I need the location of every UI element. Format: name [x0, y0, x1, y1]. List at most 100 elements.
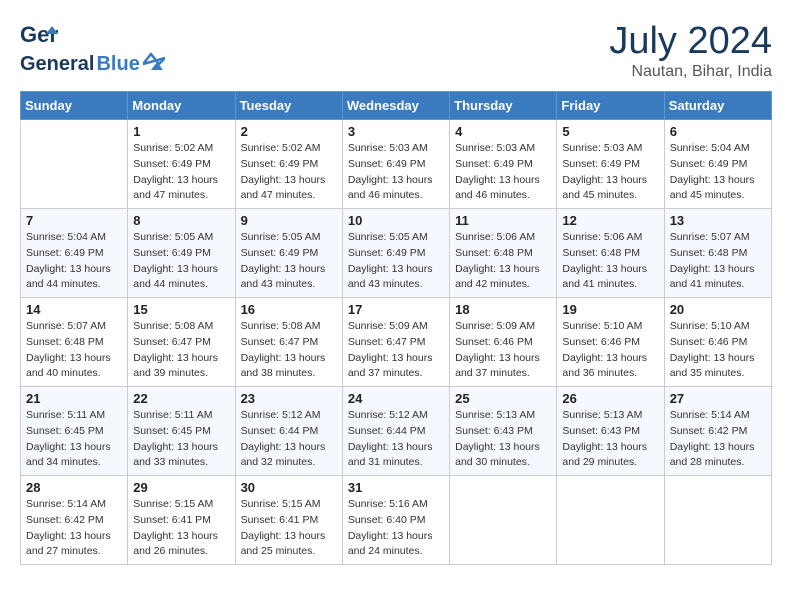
calendar-cell: 28 Sunrise: 5:14 AMSunset: 6:42 PMDayligh… — [21, 476, 128, 565]
svg-text:General: General — [20, 22, 58, 47]
month-title: July 2024 — [609, 20, 772, 63]
day-number: 26 — [562, 391, 658, 406]
day-number: 29 — [133, 480, 229, 495]
day-info: Sunrise: 5:12 AMSunset: 6:44 PMDaylight:… — [348, 408, 444, 471]
calendar-cell: 19 Sunrise: 5:10 AMSunset: 6:46 PMDayligh… — [557, 298, 664, 387]
day-info: Sunrise: 5:13 AMSunset: 6:43 PMDaylight:… — [455, 408, 551, 471]
day-info: Sunrise: 5:03 AMSunset: 6:49 PMDaylight:… — [348, 141, 444, 204]
calendar-cell: 7 Sunrise: 5:04 AMSunset: 6:49 PMDaylight… — [21, 209, 128, 298]
day-number: 3 — [348, 124, 444, 139]
calendar-cell: 21 Sunrise: 5:11 AMSunset: 6:45 PMDayligh… — [21, 387, 128, 476]
day-info: Sunrise: 5:05 AMSunset: 6:49 PMDaylight:… — [348, 230, 444, 293]
day-header: Thursday — [450, 92, 557, 120]
day-info: Sunrise: 5:05 AMSunset: 6:49 PMDaylight:… — [241, 230, 337, 293]
day-number: 28 — [26, 480, 122, 495]
day-info: Sunrise: 5:09 AMSunset: 6:47 PMDaylight:… — [348, 319, 444, 382]
logo-wave-icon — [143, 52, 165, 70]
day-number: 11 — [455, 213, 551, 228]
calendar-cell: 18 Sunrise: 5:09 AMSunset: 6:46 PMDayligh… — [450, 298, 557, 387]
day-info: Sunrise: 5:11 AMSunset: 6:45 PMDaylight:… — [133, 408, 229, 471]
day-number: 14 — [26, 302, 122, 317]
calendar-cell: 9 Sunrise: 5:05 AMSunset: 6:49 PMDaylight… — [235, 209, 342, 298]
calendar-cell: 10 Sunrise: 5:05 AMSunset: 6:49 PMDayligh… — [342, 209, 449, 298]
calendar-cell: 29 Sunrise: 5:15 AMSunset: 6:41 PMDayligh… — [128, 476, 235, 565]
calendar-week-row: 21 Sunrise: 5:11 AMSunset: 6:45 PMDayligh… — [21, 387, 772, 476]
day-info: Sunrise: 5:07 AMSunset: 6:48 PMDaylight:… — [26, 319, 122, 382]
calendar-cell: 2Sunrise: 5:02 AMSunset: 6:49 PMDaylight… — [235, 120, 342, 209]
calendar-cell: 30 Sunrise: 5:15 AMSunset: 6:41 PMDayligh… — [235, 476, 342, 565]
day-number: 18 — [455, 302, 551, 317]
day-info: Sunrise: 5:06 AMSunset: 6:48 PMDaylight:… — [455, 230, 551, 293]
day-info: Sunrise: 5:16 AMSunset: 6:40 PMDaylight:… — [348, 497, 444, 560]
calendar-cell — [21, 120, 128, 209]
day-number: 20 — [670, 302, 766, 317]
calendar-cell: 31 Sunrise: 5:16 AMSunset: 6:40 PMDayligh… — [342, 476, 449, 565]
day-number: 25 — [455, 391, 551, 406]
day-number: 21 — [26, 391, 122, 406]
logo-general: General — [20, 53, 94, 76]
day-info: Sunrise: 5:05 AMSunset: 6:49 PMDaylight:… — [133, 230, 229, 293]
day-number: 9 — [241, 213, 337, 228]
day-info: Sunrise: 5:15 AMSunset: 6:41 PMDaylight:… — [241, 497, 337, 560]
day-info: Sunrise: 5:03 AMSunset: 6:49 PMDaylight:… — [562, 141, 658, 204]
day-header: Tuesday — [235, 92, 342, 120]
day-header: Saturday — [664, 92, 771, 120]
day-info: Sunrise: 5:03 AMSunset: 6:49 PMDaylight:… — [455, 141, 551, 204]
day-number: 10 — [348, 213, 444, 228]
calendar-table: SundayMondayTuesdayWednesdayThursdayFrid… — [20, 91, 772, 565]
calendar-cell: 6Sunrise: 5:04 AMSunset: 6:49 PMDaylight… — [664, 120, 771, 209]
calendar-header-row: SundayMondayTuesdayWednesdayThursdayFrid… — [21, 92, 772, 120]
day-info: Sunrise: 5:13 AMSunset: 6:43 PMDaylight:… — [562, 408, 658, 471]
page-header: General General Blue July 2024 Nautan, B… — [20, 20, 772, 81]
calendar-week-row: 28 Sunrise: 5:14 AMSunset: 6:42 PMDayligh… — [21, 476, 772, 565]
calendar-cell: 13Sunrise: 5:07 AMSunset: 6:48 PMDayligh… — [664, 209, 771, 298]
day-info: Sunrise: 5:14 AMSunset: 6:42 PMDaylight:… — [670, 408, 766, 471]
day-number: 30 — [241, 480, 337, 495]
day-number: 19 — [562, 302, 658, 317]
day-number: 22 — [133, 391, 229, 406]
calendar-cell: 1Sunrise: 5:02 AMSunset: 6:49 PMDaylight… — [128, 120, 235, 209]
day-number: 8 — [133, 213, 229, 228]
day-number: 2 — [241, 124, 337, 139]
calendar-cell — [557, 476, 664, 565]
calendar-cell — [664, 476, 771, 565]
day-info: Sunrise: 5:10 AMSunset: 6:46 PMDaylight:… — [670, 319, 766, 382]
day-info: Sunrise: 5:11 AMSunset: 6:45 PMDaylight:… — [26, 408, 122, 471]
day-info: Sunrise: 5:08 AMSunset: 6:47 PMDaylight:… — [241, 319, 337, 382]
calendar-cell: 23Sunrise: 5:12 AMSunset: 6:44 PMDayligh… — [235, 387, 342, 476]
day-number: 7 — [26, 213, 122, 228]
day-number: 5 — [562, 124, 658, 139]
day-info: Sunrise: 5:02 AMSunset: 6:49 PMDaylight:… — [133, 141, 229, 204]
calendar-cell: 15Sunrise: 5:08 AMSunset: 6:47 PMDayligh… — [128, 298, 235, 387]
calendar-cell — [450, 476, 557, 565]
calendar-cell: 14 Sunrise: 5:07 AMSunset: 6:48 PMDayligh… — [21, 298, 128, 387]
location-title: Nautan, Bihar, India — [609, 63, 772, 81]
day-info: Sunrise: 5:09 AMSunset: 6:46 PMDaylight:… — [455, 319, 551, 382]
calendar-week-row: 7 Sunrise: 5:04 AMSunset: 6:49 PMDaylight… — [21, 209, 772, 298]
calendar-week-row: 1Sunrise: 5:02 AMSunset: 6:49 PMDaylight… — [21, 120, 772, 209]
day-number: 27 — [670, 391, 766, 406]
day-info: Sunrise: 5:04 AMSunset: 6:49 PMDaylight:… — [26, 230, 122, 293]
day-number: 4 — [455, 124, 551, 139]
day-number: 6 — [670, 124, 766, 139]
calendar-cell: 5 Sunrise: 5:03 AMSunset: 6:49 PMDaylight… — [557, 120, 664, 209]
day-info: Sunrise: 5:12 AMSunset: 6:44 PMDaylight:… — [241, 408, 337, 471]
logo-icon: General — [20, 20, 58, 52]
logo: General General Blue — [20, 20, 165, 76]
day-info: Sunrise: 5:14 AMSunset: 6:42 PMDaylight:… — [26, 497, 122, 560]
day-number: 24 — [348, 391, 444, 406]
calendar-cell: 4 Sunrise: 5:03 AMSunset: 6:49 PMDaylight… — [450, 120, 557, 209]
calendar-cell: 12Sunrise: 5:06 AMSunset: 6:48 PMDayligh… — [557, 209, 664, 298]
day-info: Sunrise: 5:06 AMSunset: 6:48 PMDaylight:… — [562, 230, 658, 293]
day-header: Sunday — [21, 92, 128, 120]
day-info: Sunrise: 5:15 AMSunset: 6:41 PMDaylight:… — [133, 497, 229, 560]
calendar-week-row: 14 Sunrise: 5:07 AMSunset: 6:48 PMDayligh… — [21, 298, 772, 387]
calendar-cell: 3 Sunrise: 5:03 AMSunset: 6:49 PMDaylight… — [342, 120, 449, 209]
calendar-cell: 26 Sunrise: 5:13 AMSunset: 6:43 PMDayligh… — [557, 387, 664, 476]
title-block: July 2024 Nautan, Bihar, India — [609, 20, 772, 81]
day-number: 17 — [348, 302, 444, 317]
day-header: Wednesday — [342, 92, 449, 120]
day-number: 13 — [670, 213, 766, 228]
day-info: Sunrise: 5:10 AMSunset: 6:46 PMDaylight:… — [562, 319, 658, 382]
day-number: 31 — [348, 480, 444, 495]
